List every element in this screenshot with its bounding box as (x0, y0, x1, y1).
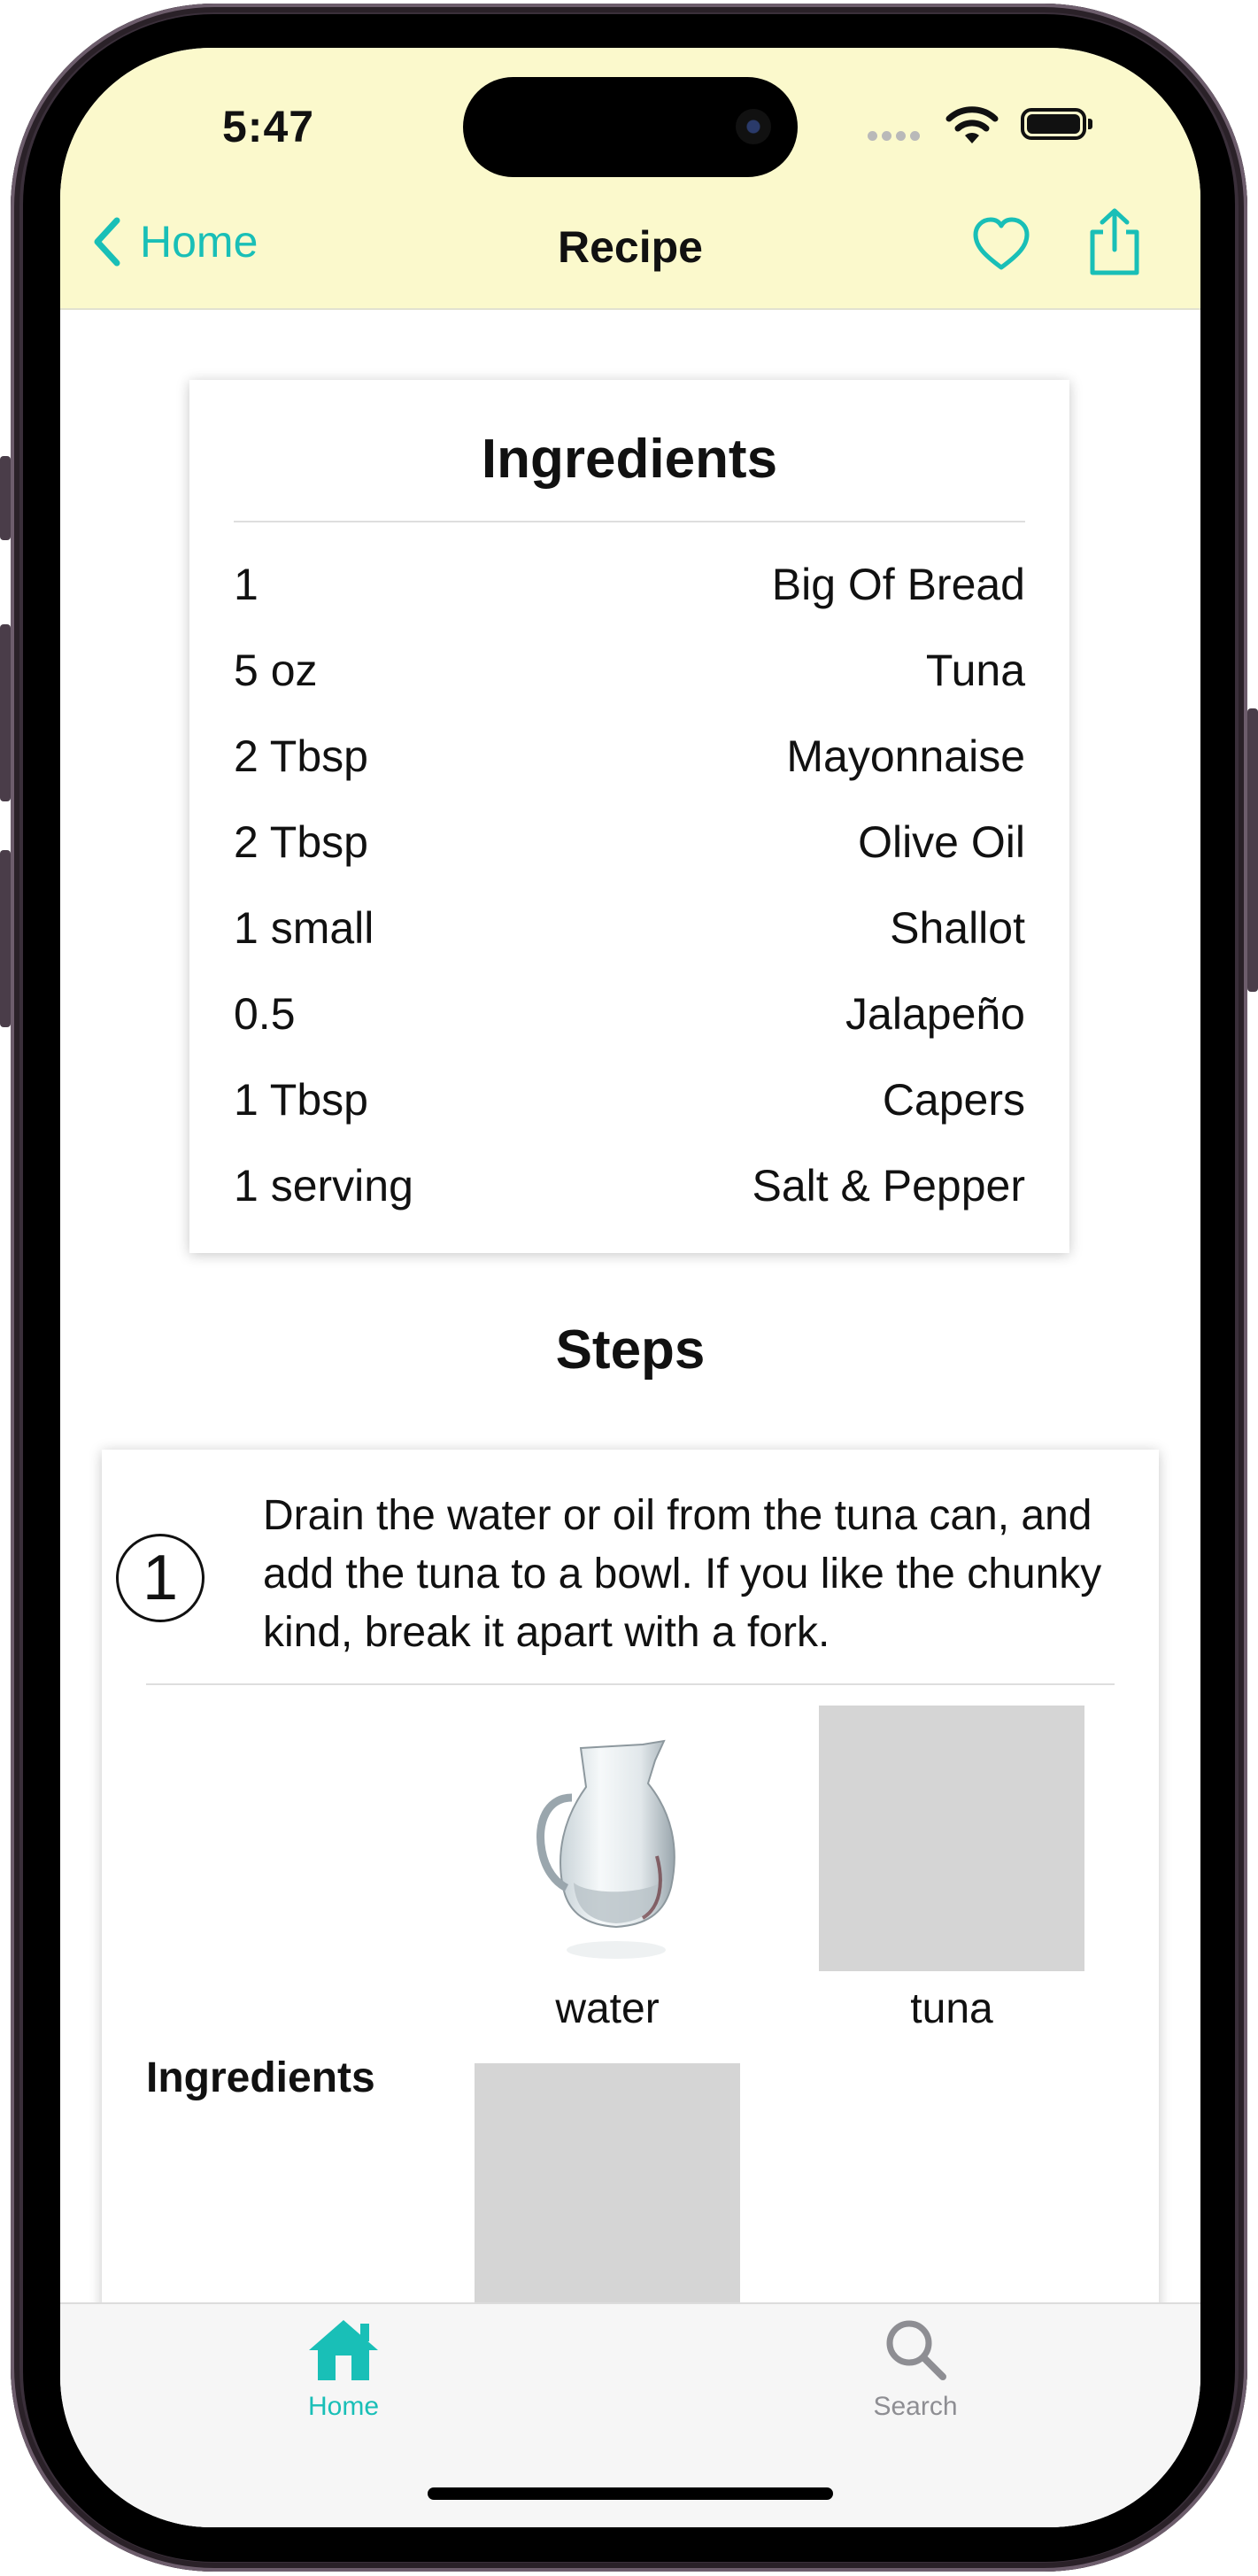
power-button (1247, 708, 1258, 992)
ingredients-title: Ingredients (481, 429, 778, 490)
tab-search-label: Search (873, 2392, 958, 2421)
ingredient-name: Shallot (890, 903, 1025, 953)
dynamic-island (463, 77, 798, 177)
ingredient-label: tuna (910, 1985, 993, 2032)
ingredient-row: 2 Tbsp Olive Oil (234, 816, 1025, 870)
volume-down-button (0, 850, 11, 1027)
ingredient-name: Olive Oil (858, 817, 1025, 867)
battery-icon (1021, 108, 1092, 140)
ingredient-quantity: 1 small (234, 903, 374, 953)
cellular-signal-icon (868, 129, 924, 145)
divider (234, 521, 1025, 522)
share-icon[interactable] (1087, 207, 1142, 278)
tab-home[interactable]: Home (255, 2317, 432, 2422)
divider (146, 1683, 1115, 1685)
status-time: 5:47 (222, 102, 315, 151)
ingredient-quantity: 2 Tbsp (234, 731, 368, 781)
action-button (0, 456, 11, 540)
step-number-badge: 1 (116, 1534, 205, 1622)
ingredient-name: Salt & Pepper (752, 1161, 1025, 1211)
ingredient-name: Tuna (925, 646, 1025, 695)
water-pitcher-icon (536, 1739, 675, 1959)
ingredient-quantity: 1 serving (234, 1161, 413, 1211)
ingredient-image-placeholder (475, 2063, 740, 2329)
camera-icon (736, 109, 771, 144)
ingredient-quantity: 1 Tbsp (234, 1075, 368, 1125)
app-screen: 5:47 Home Recipe Ingredients 1 Big Of Br… (60, 48, 1200, 2527)
ingredient-quantity: 0.5 (234, 989, 296, 1039)
ingredient-quantity: 5 oz (234, 646, 318, 695)
step-instructions: Drain the water or oil from the tuna can… (263, 1492, 1102, 1656)
ingredient-name: Mayonnaise (786, 731, 1025, 781)
ingredient-quantity: 2 Tbsp (234, 817, 368, 867)
ingredients-card: Ingredients 1 Big Of Bread 5 oz Tuna 2 T… (189, 380, 1069, 1253)
ingredient-row: 1 small Shallot (234, 902, 1025, 955)
ingredient-row: 1 serving Salt & Pepper (234, 1160, 1025, 1213)
water-image (475, 1706, 740, 1971)
tuna-image-placeholder (819, 1706, 1084, 1971)
ingredient-row: 5 oz Tuna (234, 645, 1025, 698)
tab-search[interactable]: Search (827, 2317, 1004, 2422)
navigation-header: 5:47 Home Recipe (60, 48, 1200, 310)
wifi-icon (945, 106, 999, 143)
step-ingredients-label: Ingredients (146, 2054, 375, 2101)
tab-home-label: Home (307, 2392, 380, 2421)
ingredient-row: 1 Tbsp Capers (234, 1074, 1025, 1127)
ingredient-row: 1 Big Of Bread (234, 559, 1025, 612)
ingredient-quantity: 1 (234, 560, 259, 609)
magnifier-icon (886, 2320, 946, 2380)
steps-title: Steps (555, 1319, 706, 1381)
ingredient-label: water (555, 1985, 660, 2032)
ingredient-row: 0.5 Jalapeño (234, 988, 1025, 1041)
ingredient-row: 2 Tbsp Mayonnaise (234, 731, 1025, 784)
volume-up-button (0, 624, 11, 801)
house-icon (309, 2320, 378, 2380)
favorite-heart-icon[interactable] (972, 216, 1030, 275)
home-indicator[interactable] (428, 2487, 833, 2500)
ingredient-name: Big Of Bread (771, 560, 1025, 609)
ingredient-name: Jalapeño (845, 989, 1025, 1039)
ingredient-name: Capers (882, 1075, 1025, 1125)
